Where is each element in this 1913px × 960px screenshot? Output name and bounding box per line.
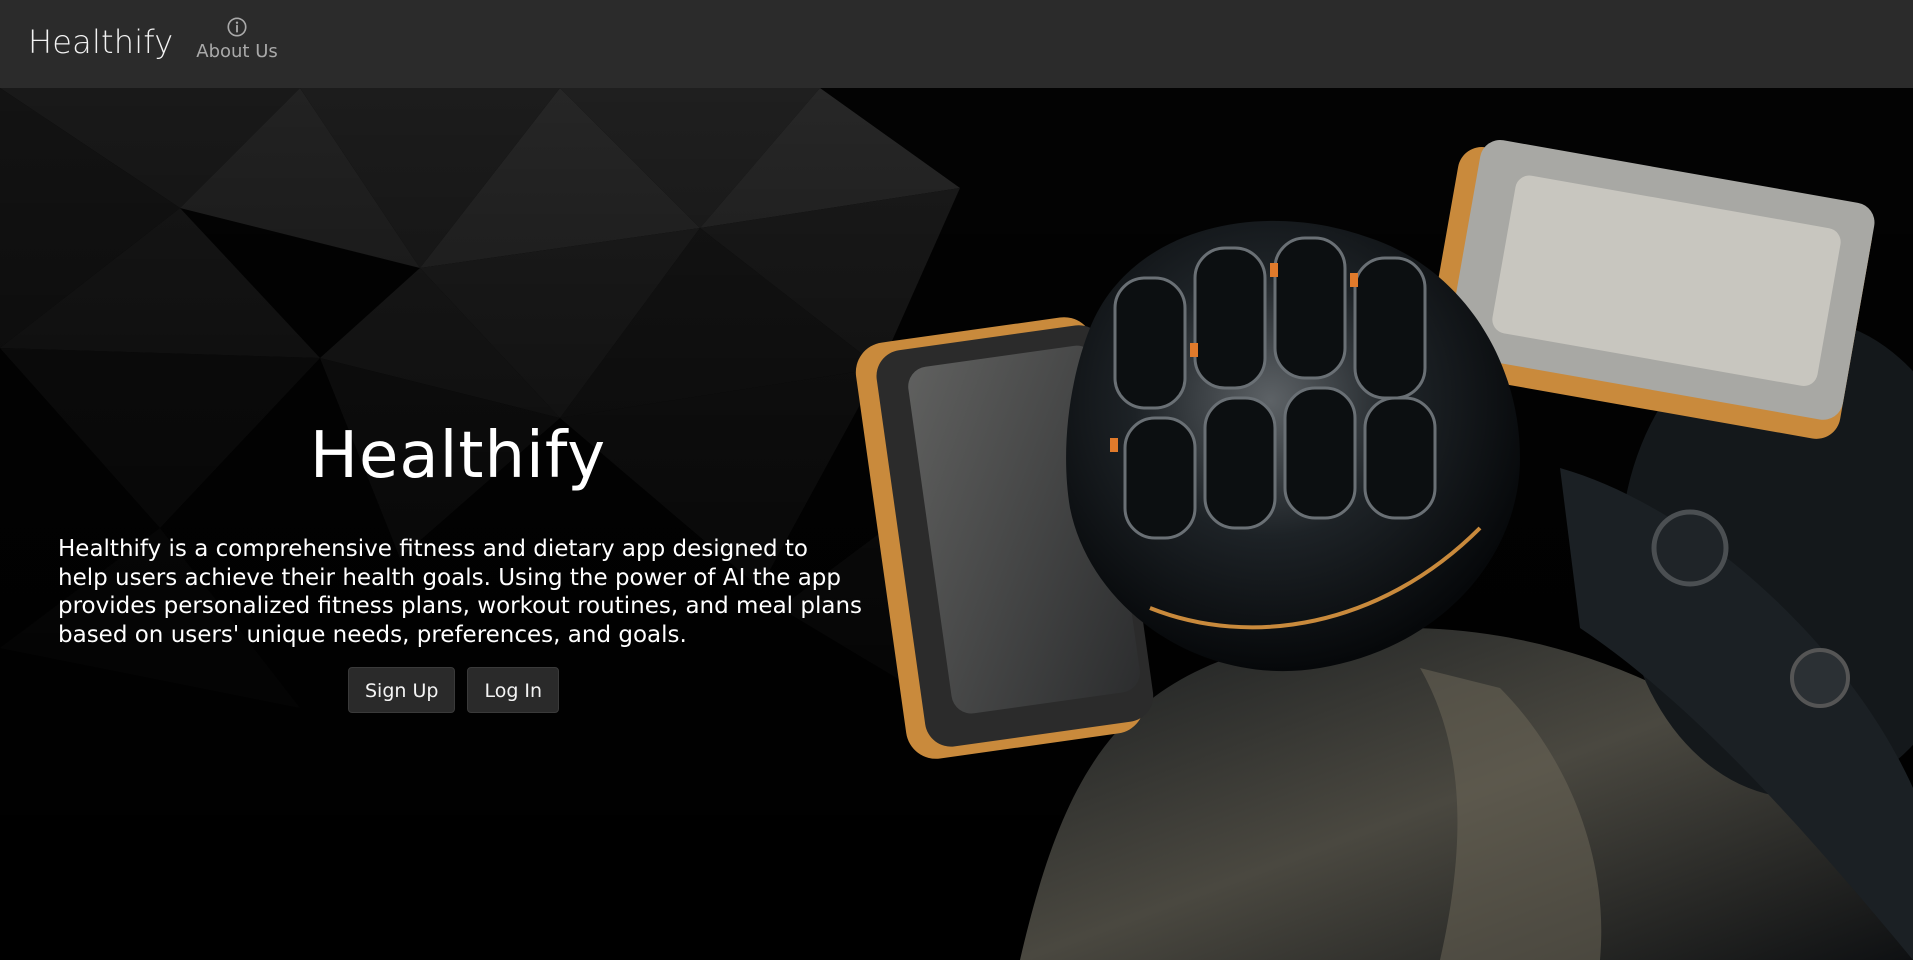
hero-background <box>0 88 1913 960</box>
hero-description: Healthify is a comprehensive fitness and… <box>58 536 863 648</box>
brand-logo[interactable]: Healthify <box>28 23 173 61</box>
nav-about-us[interactable]: About Us <box>192 16 282 62</box>
hero-actions: Sign Up Log In <box>348 667 560 713</box>
sign-up-button[interactable]: Sign Up <box>348 667 456 713</box>
log-in-button[interactable]: Log In <box>467 667 560 713</box>
navbar: Healthify About Us <box>0 0 1913 88</box>
nav-about-label: About Us <box>196 41 278 62</box>
hero-title: Healthify <box>309 418 607 493</box>
hero-section: Healthify Healthify is a comprehensive f… <box>0 88 1913 960</box>
info-circle-icon <box>227 17 247 37</box>
